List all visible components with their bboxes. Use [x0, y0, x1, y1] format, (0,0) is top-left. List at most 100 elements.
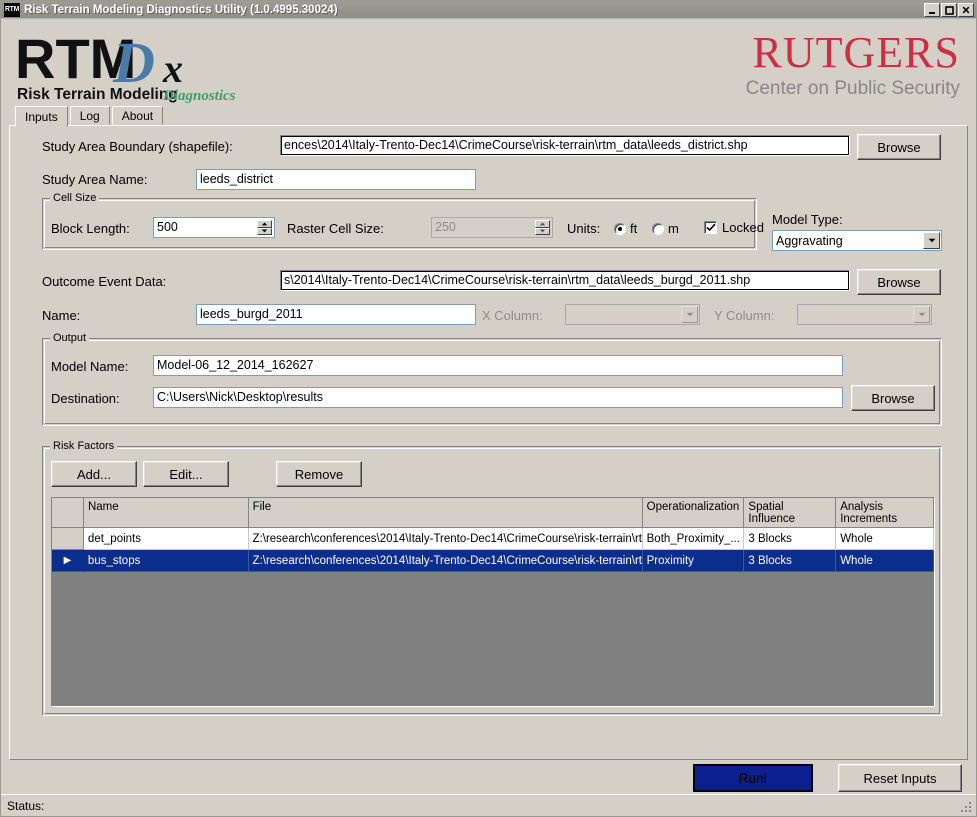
destination-input[interactable]: C:\Users\Nick\Desktop\results	[153, 387, 843, 408]
status-bar: Status:	[1, 794, 976, 816]
close-icon	[962, 6, 970, 13]
block-length-input[interactable]: 500	[153, 217, 275, 238]
table-row[interactable]: det_points Z:\research\conferences\2014\…	[52, 528, 934, 550]
grid-header-spatial-influence[interactable]: Spatial Influence	[744, 498, 837, 528]
grid-header-analysis-increments[interactable]: Analysis Increments	[836, 498, 934, 528]
title-bar: RTM Risk Terrain Modeling Diagnostics Ut…	[1, 1, 976, 19]
model-type-value: Aggravating	[776, 233, 843, 248]
run-button[interactable]: Run!	[693, 764, 813, 792]
chevron-down-icon	[928, 238, 935, 243]
tab-inputs-label: Inputs	[25, 109, 58, 124]
risk-factors-grid[interactable]: Name File Operationalization Spatial Inf…	[51, 497, 935, 707]
model-type-label: Model Type:	[772, 212, 843, 227]
x-column-select	[565, 304, 700, 325]
event-name-input[interactable]: leeds_burgd_2011	[196, 304, 476, 325]
raster-cell-size-spinner	[535, 220, 550, 235]
study-area-name-row: Study Area Name:	[42, 172, 148, 187]
inputs-panel: Study Area Boundary (shapefile): ences\2…	[9, 125, 968, 760]
maximize-button[interactable]	[941, 2, 957, 17]
rtmdx-logo: RTM D x Risk Terrain Modeling Diagnostic…	[15, 24, 245, 104]
add-risk-factor-button[interactable]: Add...	[51, 461, 137, 487]
grid-header-name[interactable]: Name	[83, 498, 249, 528]
units-label: Units:	[567, 221, 601, 236]
grid-header-operationalization[interactable]: Operationalization	[642, 498, 745, 528]
minimize-icon	[929, 11, 935, 14]
run-button-label: Run!	[738, 770, 768, 786]
window-controls	[924, 2, 974, 17]
locked-checkbox[interactable]: Locked	[704, 220, 764, 235]
y-column-label: Y Column:	[714, 308, 775, 323]
raster-cell-size-input: 250	[431, 217, 553, 238]
row-operationalization: Both_Proximity_...	[642, 528, 745, 550]
grid-header-file[interactable]: File	[248, 498, 643, 528]
table-row[interactable]: ▶ bus_stops Z:\research\conferences\2014…	[52, 550, 934, 572]
tab-log[interactable]: Log	[69, 106, 110, 125]
row-name: bus_stops	[83, 550, 249, 572]
row-spatial-influence: 3 Blocks	[744, 528, 837, 550]
radio-m-icon	[652, 222, 664, 235]
cell-size-group: Cell Size Block Length: 500 Raster Cell …	[42, 192, 764, 250]
outcome-event-label: Outcome Event Data:	[42, 274, 167, 289]
y-column-dropdown-arrow	[913, 306, 930, 323]
study-area-name-input[interactable]: leeds_district	[196, 169, 476, 190]
close-button[interactable]	[958, 2, 974, 17]
block-length-spin-down[interactable]	[257, 227, 272, 235]
chevron-down-icon	[539, 229, 546, 233]
block-length-label: Block Length:	[51, 221, 130, 236]
model-type-select[interactable]: Aggravating	[772, 230, 942, 251]
tab-inputs[interactable]: Inputs	[15, 106, 68, 127]
risk-factors-grid-header: Name File Operationalization Spatial Inf…	[52, 498, 934, 528]
event-name-label: Name:	[42, 308, 81, 323]
row-indicator	[52, 528, 84, 550]
study-area-name-label: Study Area Name:	[42, 172, 148, 187]
outcome-event-browse-button[interactable]: Browse	[857, 269, 941, 295]
model-type-dropdown-arrow[interactable]	[923, 232, 940, 249]
rtmdx-tagline-1: Risk Terrain Modeling	[17, 86, 178, 103]
risk-factors-group: Risk Factors Add... Edit... Remove Name …	[42, 440, 942, 716]
chevron-down-icon	[686, 312, 693, 317]
tab-about-label: About	[121, 108, 154, 123]
x-column-label: X Column:	[482, 308, 543, 323]
study-area-boundary-input[interactable]: ences\2014\Italy-Trento-Dec14\CrimeCours…	[280, 135, 850, 156]
resize-grip-icon[interactable]	[959, 800, 973, 814]
output-group-title: Output	[50, 332, 90, 344]
checkbox-checked-icon	[704, 221, 717, 234]
chevron-up-icon	[261, 222, 268, 226]
destination-browse-button[interactable]: Browse	[851, 385, 935, 411]
outcome-event-input[interactable]: s\2014\Italy-Trento-Dec14\CrimeCourse\ri…	[280, 270, 850, 291]
study-area-boundary-row: Study Area Boundary (shapefile):	[42, 139, 233, 154]
block-length-value: 500	[157, 220, 178, 234]
chevron-down-icon	[918, 312, 925, 317]
minimize-button[interactable]	[924, 2, 940, 17]
unit-ft-label: ft	[630, 221, 638, 236]
block-length-spinner[interactable]	[257, 220, 272, 235]
unit-ft-radio[interactable]: ft	[614, 221, 637, 236]
x-column-dropdown-arrow	[681, 306, 698, 323]
block-length-spin-up[interactable]	[257, 220, 272, 228]
check-mark-icon	[705, 223, 716, 232]
model-name-label: Model Name:	[51, 359, 129, 374]
study-area-boundary-browse-button[interactable]: Browse	[857, 134, 941, 160]
remove-risk-factor-button[interactable]: Remove	[276, 461, 362, 487]
unit-m-radio[interactable]: m	[652, 221, 679, 236]
study-area-boundary-label: Study Area Boundary (shapefile):	[42, 139, 233, 154]
window-title: Risk Terrain Modeling Diagnostics Utilit…	[24, 3, 338, 16]
app-icon: RTM	[4, 2, 20, 17]
chevron-down-icon	[261, 229, 268, 233]
unit-m-label: m	[668, 221, 679, 236]
row-name: det_points	[83, 528, 249, 550]
app-header: RTM D x Risk Terrain Modeling Diagnostic…	[1, 19, 976, 105]
row-file: Z:\research\conferences\2014\Italy-Trent…	[248, 528, 643, 550]
grid-header-indicator	[52, 498, 84, 528]
cell-size-group-title: Cell Size	[50, 192, 100, 204]
model-name-input[interactable]: Model-06_12_2014_162627	[153, 355, 843, 376]
rutgers-logo: RUTGERS Center on Public Security	[746, 31, 960, 100]
destination-label: Destination:	[51, 391, 120, 406]
locked-label: Locked	[722, 220, 764, 235]
tab-strip: Inputs Log About	[1, 105, 976, 127]
reset-inputs-button[interactable]: Reset Inputs	[838, 764, 962, 792]
raster-cell-size-label: Raster Cell Size:	[287, 221, 384, 236]
tab-about[interactable]: About	[111, 106, 164, 125]
edit-risk-factor-button[interactable]: Edit...	[143, 461, 229, 487]
row-indicator: ▶	[52, 550, 84, 572]
